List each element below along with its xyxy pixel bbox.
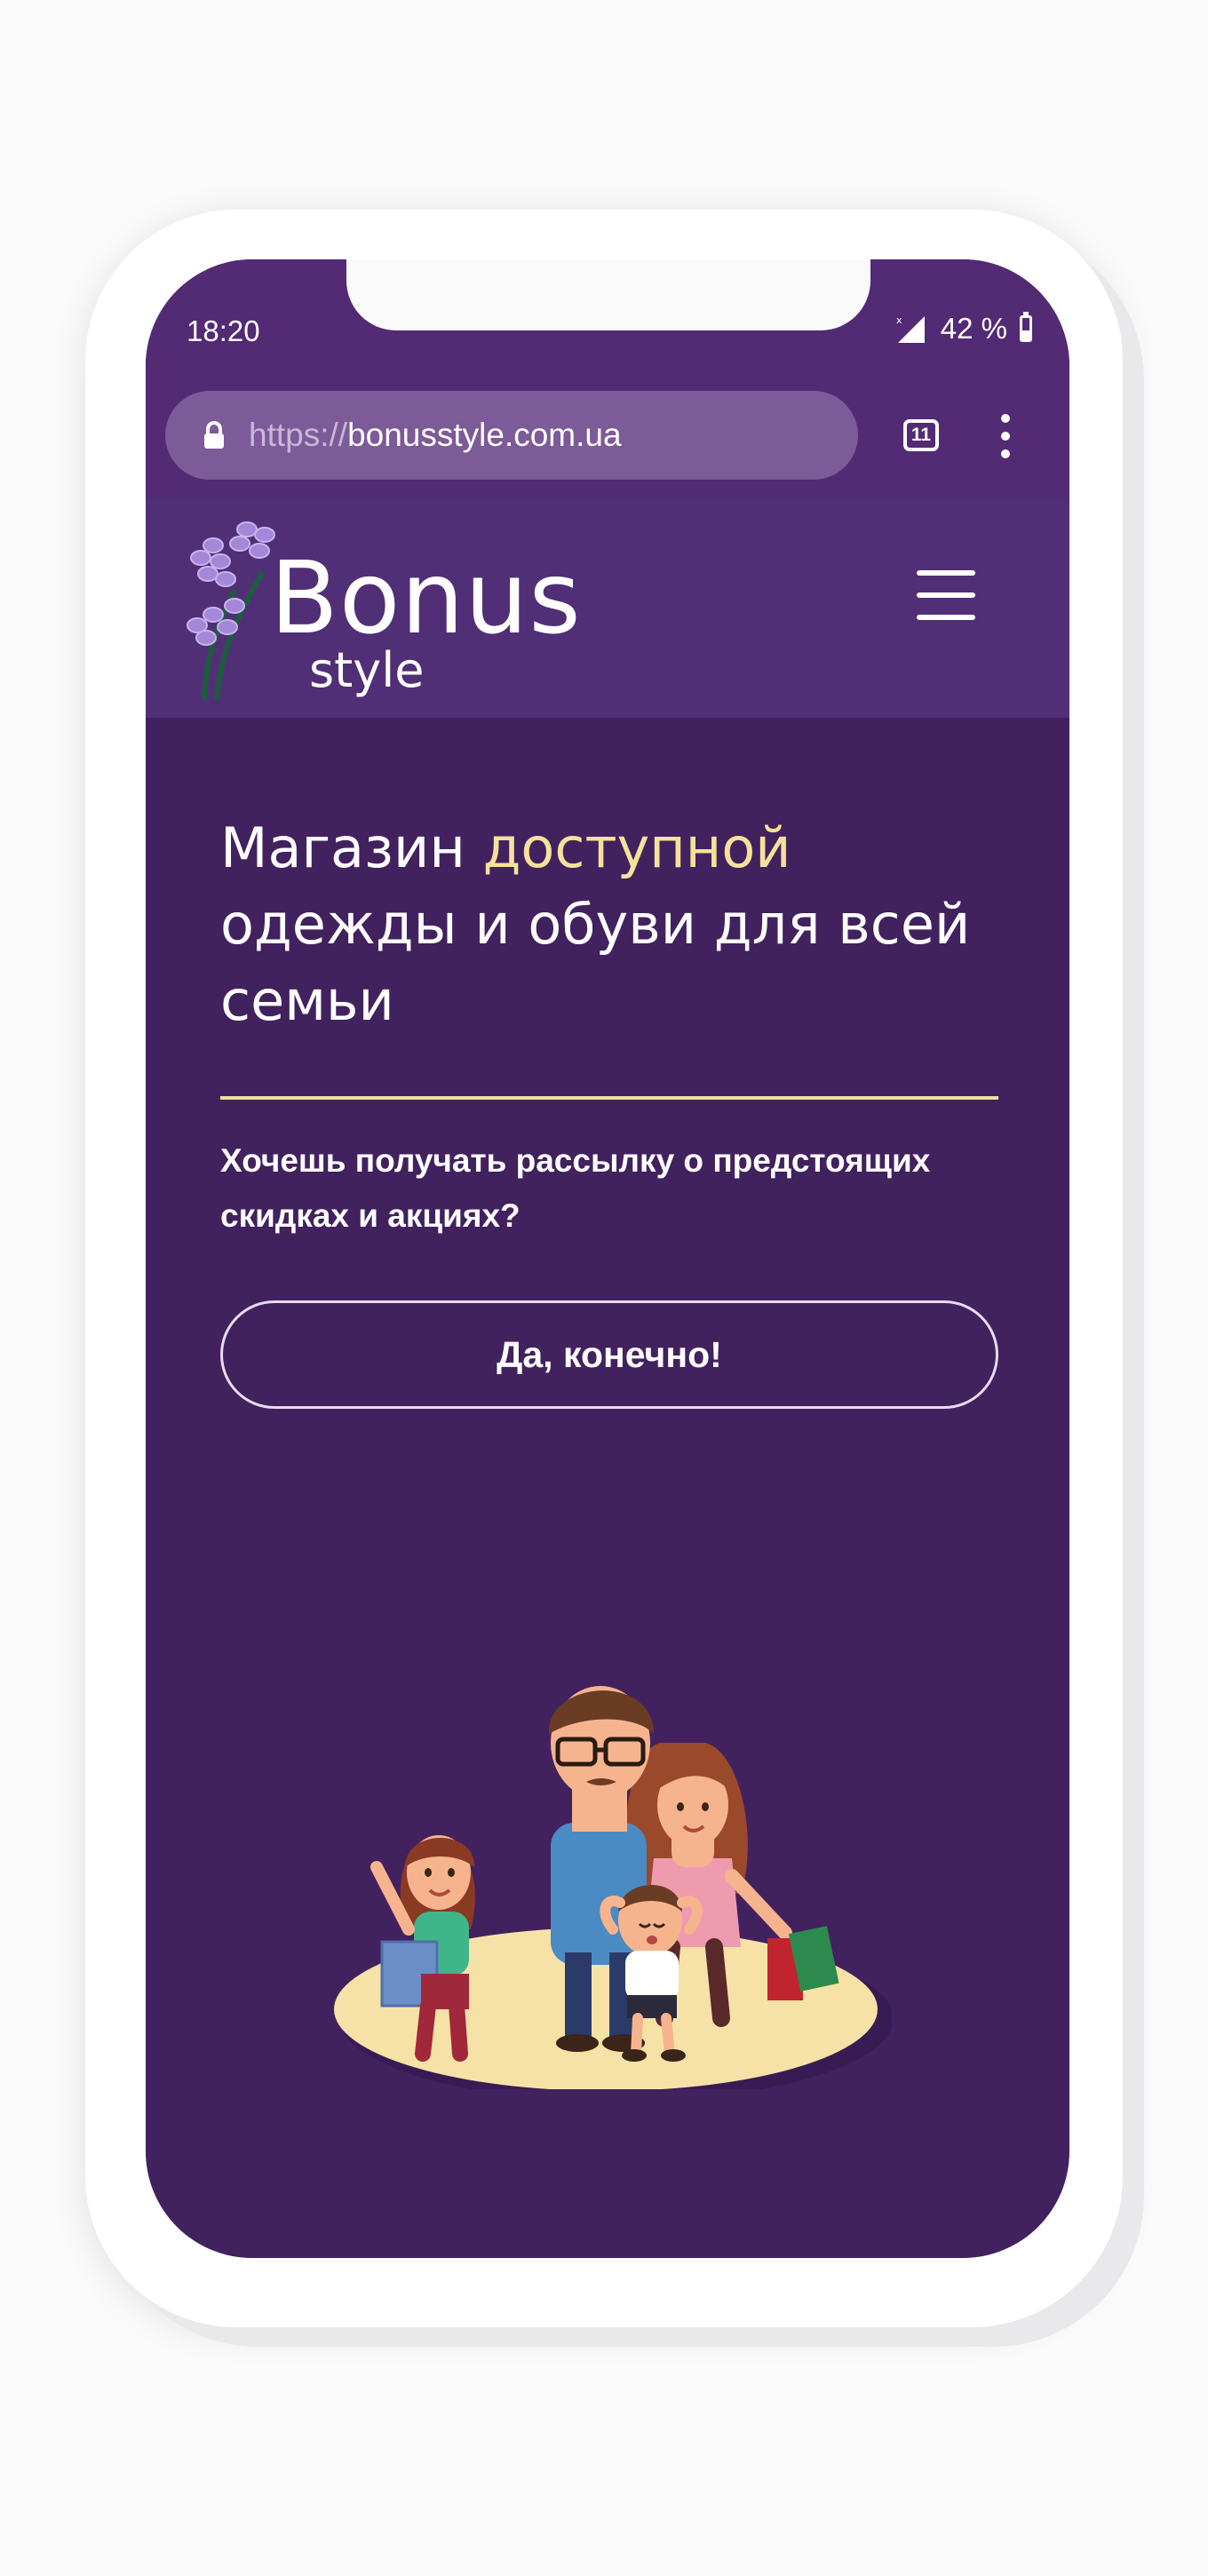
status-indicators: x 42 % bbox=[894, 311, 1032, 346]
site-header: Bonus style bbox=[146, 497, 1069, 718]
lock-icon bbox=[203, 421, 226, 449]
address-bar[interactable]: https://bonusstyle.com.ua bbox=[165, 391, 858, 480]
hero-title-start: Магазин bbox=[220, 815, 483, 880]
hero-title: Магазин доступной одежды и обуви для все… bbox=[220, 810, 1002, 1039]
status-time: 18:20 bbox=[187, 314, 260, 347]
svg-text:x: x bbox=[896, 314, 902, 326]
url-scheme: https:// bbox=[249, 417, 348, 453]
url-host: bonusstyle.com.ua bbox=[347, 417, 622, 453]
hero-section: Магазин доступной одежды и обуви для все… bbox=[220, 810, 1002, 1039]
logo-style: style bbox=[309, 642, 425, 698]
browser-chrome: 18:20 x 42 % https://bonusstyle.com.ua 1… bbox=[146, 259, 1069, 497]
phone-screen: 18:20 x 42 % https://bonusstyle.com.ua 1… bbox=[146, 259, 1069, 2258]
hamburger-icon[interactable] bbox=[917, 570, 975, 620]
hero-title-end: одежды и обуви для всей семьи bbox=[220, 892, 971, 1033]
tab-count: 11 bbox=[910, 425, 932, 445]
signal-icon: x bbox=[894, 313, 928, 345]
site-logo[interactable]: Bonus style bbox=[178, 510, 581, 705]
battery-percent: 42 % bbox=[940, 312, 1007, 345]
newsletter-prompt: Хочешь получать рассылку о предстоящих с… bbox=[220, 1142, 931, 1234]
subscribe-button[interactable]: Да, конечно! bbox=[220, 1300, 998, 1409]
family-illustration bbox=[334, 1686, 892, 2089]
hero-divider bbox=[220, 1096, 998, 1100]
battery-icon bbox=[1020, 312, 1032, 342]
tabs-button[interactable]: 11 bbox=[903, 419, 939, 451]
phone-notch bbox=[346, 259, 870, 330]
url-text[interactable]: https://bonusstyle.com.ua bbox=[249, 417, 622, 454]
hero-title-accent: доступной bbox=[482, 815, 791, 880]
logo-bonus: Bonus bbox=[270, 541, 582, 656]
kebab-menu-icon[interactable] bbox=[998, 414, 1013, 458]
